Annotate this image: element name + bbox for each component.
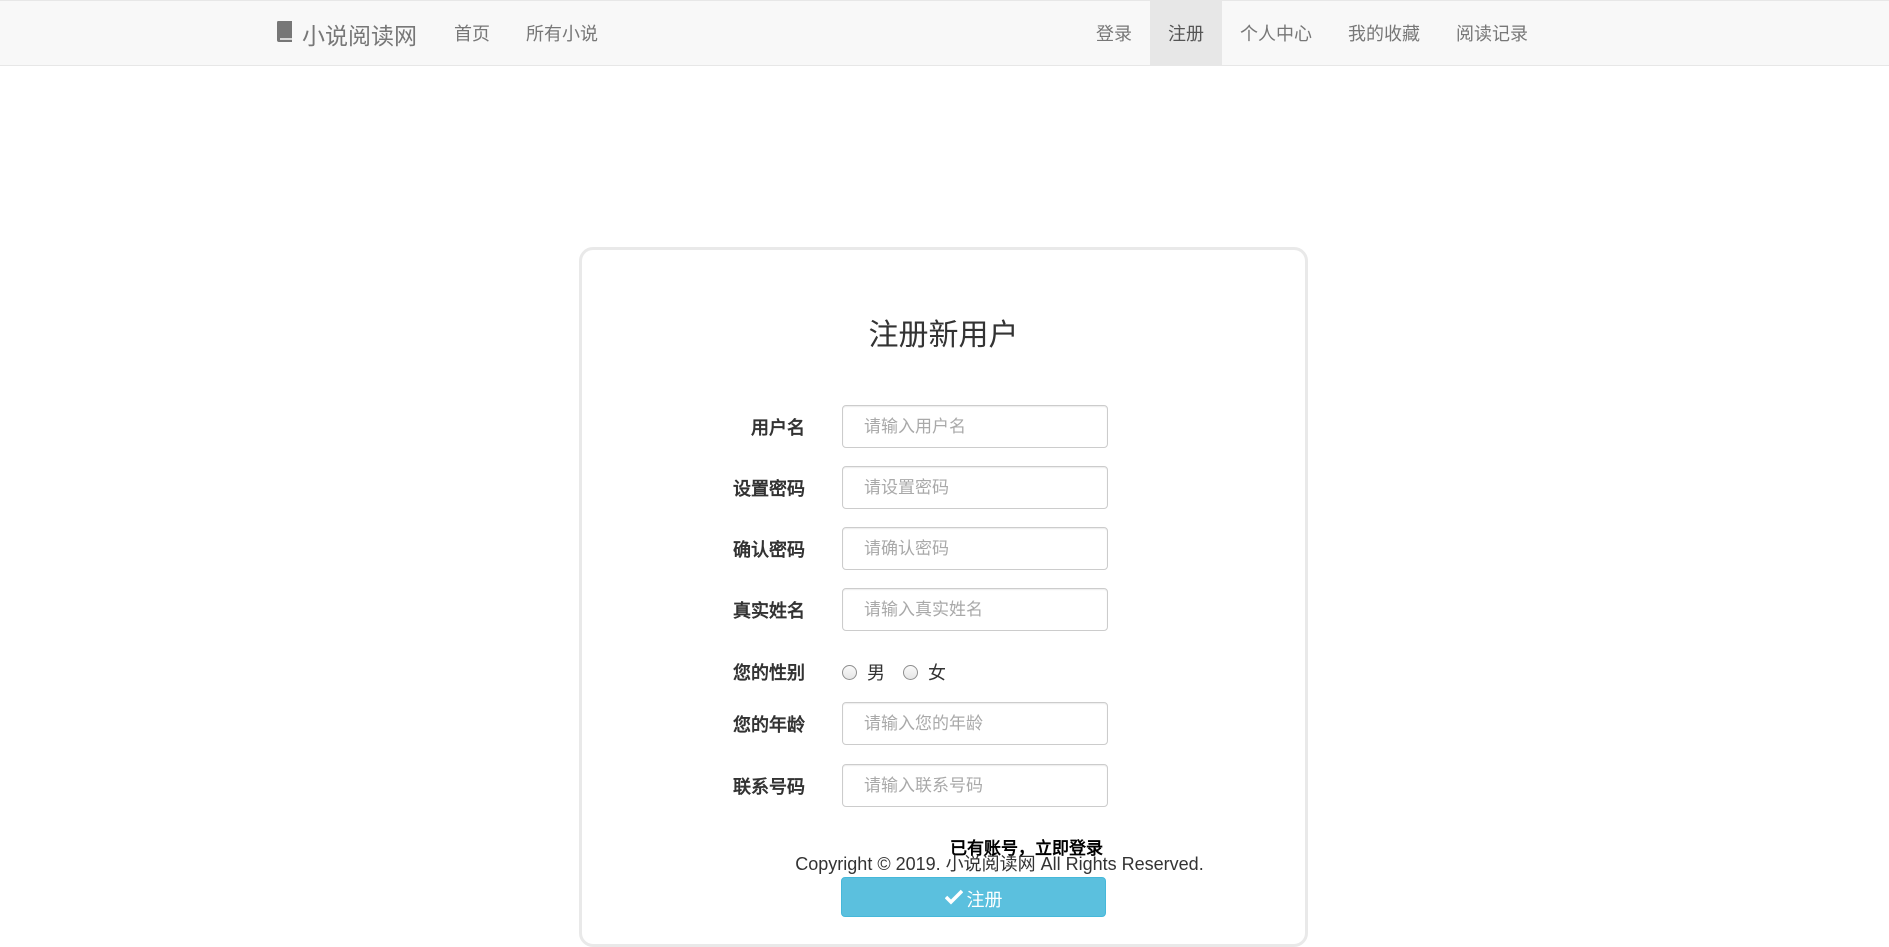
nav-item-all-novels[interactable]: 所有小说 bbox=[508, 1, 616, 65]
age-input[interactable] bbox=[842, 702, 1108, 745]
nav-right: 登录 注册 个人中心 我的收藏 阅读记录 bbox=[1078, 1, 1546, 65]
nav-item-profile[interactable]: 个人中心 bbox=[1222, 1, 1330, 65]
gender-row: 您的性别 男 女 bbox=[582, 650, 1305, 694]
nav-item-history[interactable]: 阅读记录 bbox=[1438, 1, 1546, 65]
nav-item-favorites[interactable]: 我的收藏 bbox=[1330, 1, 1438, 65]
book-icon bbox=[277, 21, 292, 42]
confirm-password-row: 确认密码 bbox=[582, 527, 1305, 571]
password-row: 设置密码 bbox=[582, 466, 1305, 510]
password-input[interactable] bbox=[842, 466, 1108, 509]
username-label: 用户名 bbox=[751, 418, 805, 439]
form-title: 注册新用户 bbox=[868, 318, 1019, 353]
register-submit-button[interactable]: 注册 bbox=[841, 877, 1106, 917]
gender-female-radio[interactable] bbox=[903, 664, 918, 680]
gender-female-label[interactable]: 女 bbox=[928, 659, 946, 685]
nav-item-login[interactable]: 登录 bbox=[1078, 1, 1150, 65]
real-name-label: 真实姓名 bbox=[733, 601, 805, 622]
copyright-text: Copyright © 2019. 小说阅读网 All Rights Reser… bbox=[795, 854, 1204, 874]
nav-item-register[interactable]: 注册 bbox=[1150, 1, 1222, 65]
password-label: 设置密码 bbox=[733, 479, 805, 500]
brand-name: 小说阅读网 bbox=[302, 24, 417, 50]
username-input[interactable] bbox=[842, 405, 1108, 448]
real-name-row: 真实姓名 bbox=[582, 588, 1305, 632]
copyright-footer: Copyright © 2019. 小说阅读网 All Rights Reser… bbox=[0, 850, 1889, 876]
phone-label: 联系号码 bbox=[733, 777, 805, 798]
nav-left: 首页 所有小说 bbox=[436, 1, 616, 65]
phone-row: 联系号码 bbox=[582, 764, 1305, 808]
username-row: 用户名 bbox=[582, 405, 1305, 449]
gender-radio-group: 男 女 bbox=[842, 650, 964, 694]
confirm-password-input[interactable] bbox=[842, 527, 1108, 570]
age-row: 您的年龄 bbox=[582, 702, 1305, 746]
nav-item-home[interactable]: 首页 bbox=[436, 1, 508, 65]
gender-label: 您的性别 bbox=[733, 663, 805, 684]
register-card: 注册新用户 用户名 设置密码 确认密码 真实姓名 您的性别 男 女 您的年龄 联… bbox=[579, 247, 1308, 947]
submit-label: 注册 bbox=[966, 890, 1003, 911]
real-name-input[interactable] bbox=[842, 588, 1108, 631]
phone-input[interactable] bbox=[842, 764, 1108, 807]
gender-male-label[interactable]: 男 bbox=[867, 659, 885, 685]
confirm-password-label: 确认密码 bbox=[733, 540, 805, 561]
check-icon bbox=[944, 889, 963, 905]
gender-male-radio[interactable] bbox=[842, 664, 857, 680]
brand-link[interactable]: 小说阅读网 bbox=[276, 1, 417, 67]
age-label: 您的年龄 bbox=[733, 715, 805, 736]
top-navbar: 小说阅读网 首页 所有小说 登录 注册 个人中心 我的收藏 阅读记录 bbox=[0, 0, 1889, 66]
